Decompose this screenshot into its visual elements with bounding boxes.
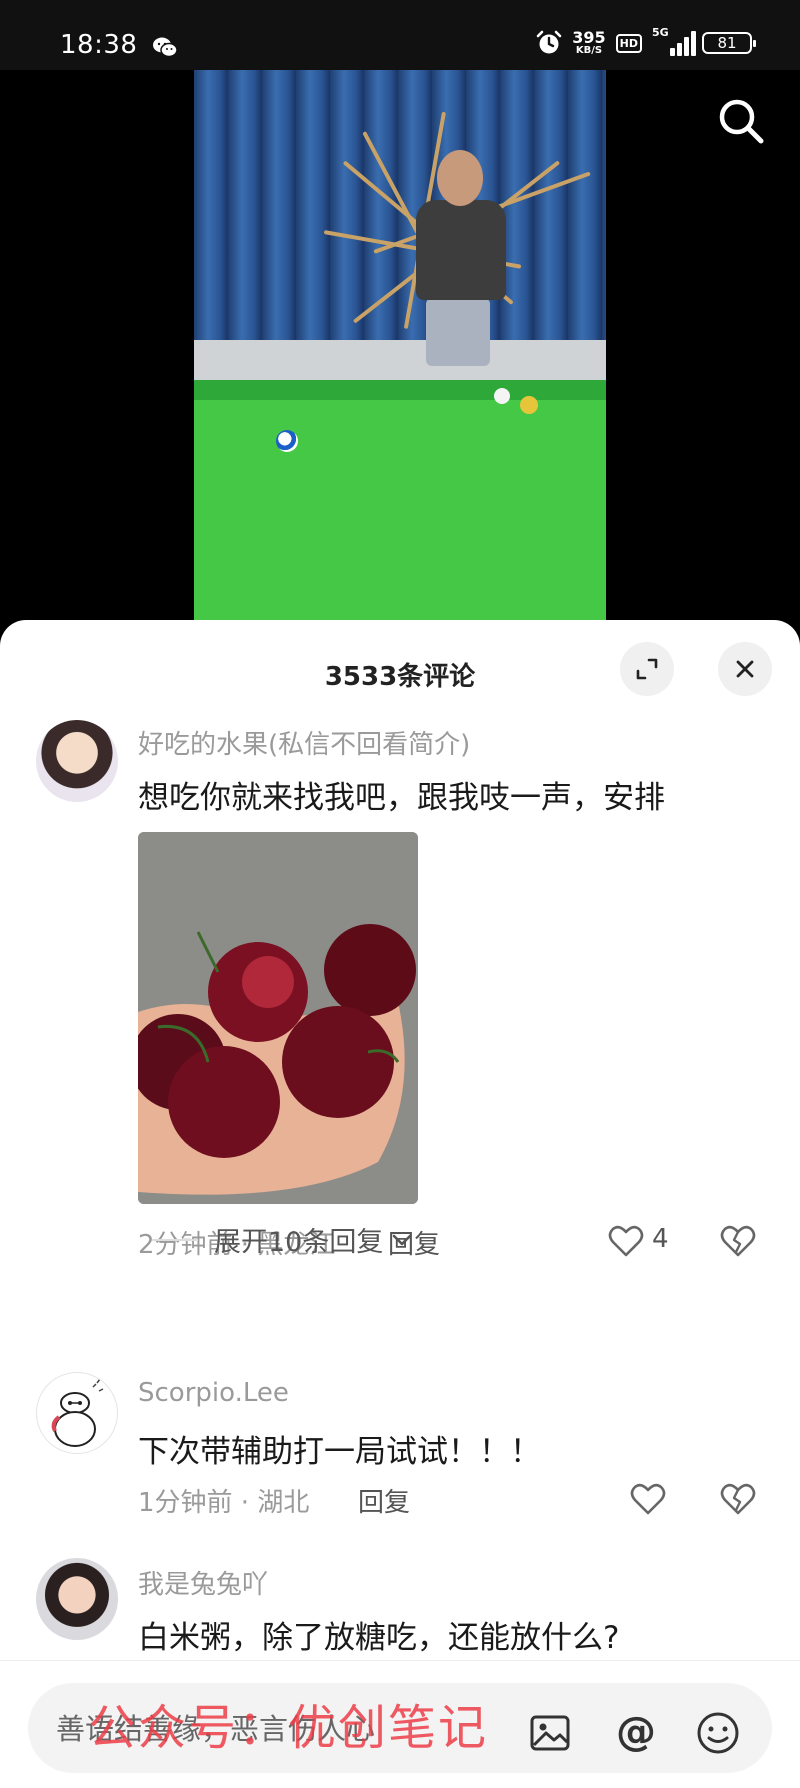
search-icon[interactable]	[716, 96, 766, 146]
comments-count-title: 3533条评论	[324, 662, 476, 692]
video-frame	[194, 70, 606, 630]
comment-text[interactable]: 想吃你就来找我吧，跟我吱一声，安排	[138, 772, 665, 817]
expand-fullscreen-button[interactable]	[620, 642, 674, 696]
at-icon[interactable]: @	[612, 1709, 660, 1757]
baymax-avatar-image	[51, 1378, 104, 1447]
reply-button[interactable]: 回复	[358, 1482, 410, 1519]
comment-text[interactable]: 下次带辅助打一局试试！！！	[138, 1426, 541, 1471]
close-icon	[736, 660, 754, 678]
net-speed: 395 KB/S	[572, 30, 605, 56]
battery-icon: 81	[702, 32, 756, 54]
comment-image[interactable]	[138, 832, 418, 1204]
chevron-down-icon	[393, 1234, 412, 1245]
like-count: 4	[652, 1224, 669, 1254]
svg-text:@: @	[616, 1709, 656, 1755]
watermark: 公众号：优创笔记	[88, 1700, 489, 1756]
broken-heart-icon[interactable]	[720, 1482, 756, 1516]
alarm-icon	[536, 30, 562, 54]
network-type: 5G	[652, 26, 669, 39]
avatar[interactable]	[36, 1372, 118, 1454]
broken-heart-icon[interactable]	[720, 1224, 756, 1258]
comment-username[interactable]: 好吃的水果(私信不回看简介)	[138, 724, 470, 761]
net-speed-value: 395	[572, 28, 606, 47]
expand-replies-label: 展开10条回复	[214, 1227, 384, 1258]
net-speed-unit: KB/S	[575, 45, 603, 56]
hd-badge: HD	[615, 33, 642, 53]
avatar[interactable]	[36, 1558, 118, 1640]
status-bar: 18:38 395 KB/S HD 5G 81	[0, 0, 800, 70]
comment-username[interactable]: 我是兔兔吖	[138, 1564, 268, 1601]
expand-replies-button[interactable]: 展开10条回复	[152, 1220, 415, 1259]
comment-username[interactable]: Scorpio.Lee	[138, 1378, 289, 1408]
comment-meta: 1分钟前 · 湖北	[138, 1488, 310, 1518]
emoji-icon[interactable]	[694, 1709, 742, 1757]
comments-sheet: 3533条评论 好吃的水果(私信不回看简介) 想吃你就来找我吧，跟我吱一声，安排	[0, 620, 800, 1788]
battery-level: 81	[717, 34, 737, 52]
expand-icon	[636, 658, 658, 680]
status-time: 18:38	[60, 30, 138, 60]
status-indicators: 395 KB/S HD 5G 81	[536, 26, 756, 56]
video-player[interactable]	[0, 70, 800, 630]
close-button[interactable]	[718, 642, 772, 696]
wechat-icon	[153, 37, 178, 58]
signal-strength-icon: 5G	[652, 26, 696, 56]
image-icon[interactable]	[526, 1709, 574, 1757]
cherries-photo	[138, 832, 418, 1204]
avatar[interactable]	[36, 720, 118, 802]
comment-text[interactable]: 白米粥，除了放糖吃，还能放什么?	[138, 1612, 619, 1657]
heart-icon[interactable]	[608, 1224, 644, 1258]
heart-icon[interactable]	[630, 1482, 666, 1516]
